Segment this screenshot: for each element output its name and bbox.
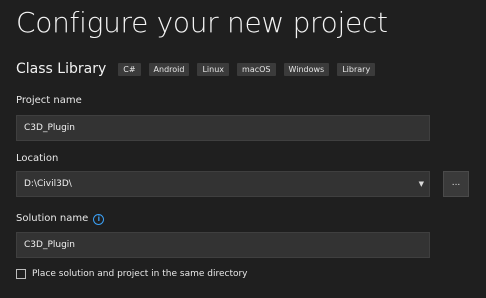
browse-location-button[interactable]: ... — [443, 171, 469, 197]
project-name-input[interactable]: C3D_Plugin — [16, 115, 430, 141]
same-directory-option[interactable]: Place solution and project in the same d… — [16, 269, 248, 279]
location-value: D:\Civil3D\ — [24, 179, 72, 189]
project-name-label: Project name — [16, 95, 82, 106]
tag-csharp: C# — [118, 62, 141, 76]
chevron-down-icon[interactable]: ▼ — [419, 172, 424, 196]
same-directory-checkbox[interactable] — [16, 269, 26, 279]
location-label: Location — [16, 153, 59, 164]
same-directory-label: Place solution and project in the same d… — [32, 269, 248, 279]
info-icon[interactable]: i — [93, 214, 105, 225]
tag-macos: macOS — [237, 62, 276, 76]
solution-name-label-row: Solution name i — [16, 213, 105, 225]
solution-name-input[interactable]: C3D_Plugin — [16, 232, 430, 258]
tag-windows: Windows — [283, 62, 330, 76]
template-name: Class Library — [16, 61, 107, 77]
tag-android: Android — [148, 62, 190, 76]
template-summary: Class Library C# Android Linux macOS Win… — [16, 61, 376, 77]
tag-linux: Linux — [197, 62, 230, 76]
configure-project-page: Configure your new project Class Library… — [0, 0, 486, 298]
page-title: Configure your new project — [16, 6, 388, 39]
template-tags: C# Android Linux macOS Windows Library — [118, 62, 376, 76]
solution-name-label: Solution name — [16, 213, 89, 224]
tag-library: Library — [337, 62, 376, 76]
location-combobox[interactable]: D:\Civil3D\ ▼ — [16, 171, 430, 197]
